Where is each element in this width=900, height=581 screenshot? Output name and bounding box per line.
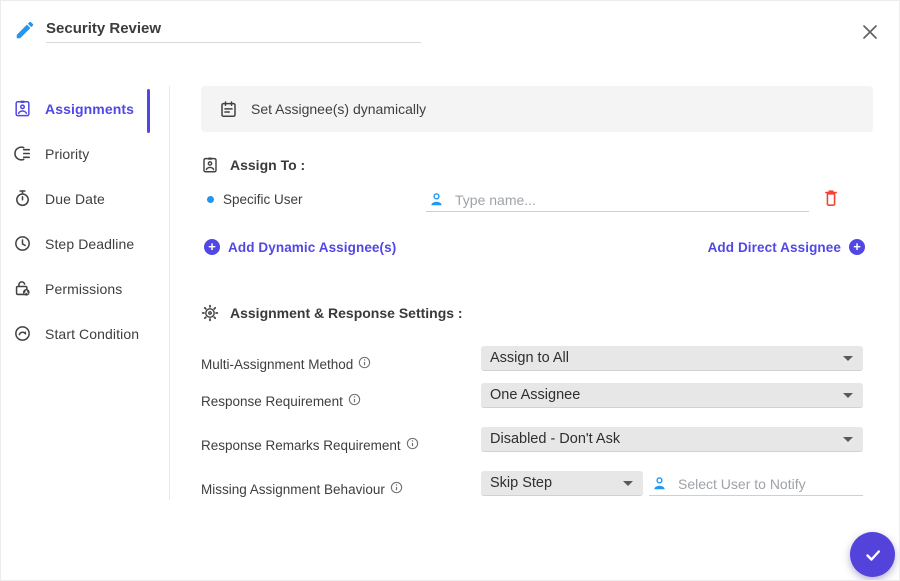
chevron-down-icon (843, 356, 853, 361)
add-direct-assignee-button[interactable]: Add Direct Assignee + (708, 239, 865, 255)
timer-icon (13, 189, 32, 208)
sidebar-item-step-deadline[interactable]: Step Deadline (13, 221, 153, 266)
assign-to-heading: Assign To : (201, 156, 305, 174)
info-icon[interactable] (348, 393, 361, 406)
multi-assignment-method-select[interactable]: Assign to All (481, 346, 863, 371)
gear-icon (201, 304, 219, 322)
chevron-down-icon (843, 437, 853, 442)
response-requirement-select[interactable]: One Assignee (481, 383, 863, 408)
settings-sidebar: Assignments Priority Due Date Step Deadl… (13, 86, 153, 356)
sidebar-item-label: Permissions (45, 281, 122, 297)
sidebar-item-due-date[interactable]: Due Date (13, 176, 153, 221)
sidebar-item-label: Priority (45, 146, 89, 162)
assign-to-label: Assign To : (230, 157, 305, 173)
missing-assignment-behaviour-select[interactable]: Skip Step (481, 471, 643, 496)
notify-user-field (649, 471, 863, 496)
assignments-icon (13, 99, 32, 118)
add-direct-label: Add Direct Assignee (708, 240, 841, 255)
info-icon[interactable] (406, 437, 419, 450)
sidebar-item-label: Start Condition (45, 326, 139, 342)
confirm-button[interactable] (850, 532, 895, 577)
assignee-name-field (426, 187, 809, 212)
info-icon[interactable] (390, 481, 403, 494)
response-remarks-requirement-select[interactable]: Disabled - Don't Ask (481, 427, 863, 452)
sidebar-item-permissions[interactable]: Permissions (13, 266, 153, 311)
start-condition-icon (13, 324, 32, 343)
dynamic-assignee-banner[interactable]: Set Assignee(s) dynamically (201, 86, 873, 132)
assign-to-icon (201, 156, 219, 174)
assignee-type-row: Specific User (207, 192, 303, 207)
sidebar-item-priority[interactable]: Priority (13, 131, 153, 176)
settings-heading-label: Assignment & Response Settings : (230, 305, 463, 321)
event-note-icon (219, 100, 238, 119)
plus-circle-icon: + (849, 239, 865, 255)
sidebar-item-assignments[interactable]: Assignments (13, 86, 153, 131)
add-dynamic-assignee-button[interactable]: + Add Dynamic Assignee(s) (204, 239, 396, 255)
step-settings-dialog: Assignments Priority Due Date Step Deadl… (0, 0, 900, 581)
settings-heading: Assignment & Response Settings : (201, 304, 463, 322)
chevron-down-icon (843, 393, 853, 398)
info-icon[interactable] (358, 356, 371, 369)
delete-assignee-icon[interactable] (821, 188, 841, 208)
person-icon (428, 191, 445, 208)
missing-assignment-behaviour-label: Missing Assignment Behaviour (201, 482, 403, 497)
response-requirement-label: Response Requirement (201, 394, 361, 409)
plus-circle-icon: + (204, 239, 220, 255)
sidebar-item-label: Due Date (45, 191, 105, 207)
assignee-name-input[interactable] (445, 192, 809, 211)
bullet-icon (207, 196, 214, 203)
response-remarks-requirement-label: Response Remarks Requirement (201, 438, 419, 453)
sidebar-divider (169, 86, 170, 500)
person-icon (651, 475, 668, 492)
notify-user-input[interactable] (668, 476, 863, 495)
lock-person-icon (13, 279, 32, 298)
active-tab-indicator (147, 89, 150, 133)
banner-label: Set Assignee(s) dynamically (251, 101, 426, 117)
chevron-down-icon (623, 481, 633, 486)
step-title-input[interactable] (46, 14, 421, 43)
sidebar-item-label: Step Deadline (45, 236, 134, 252)
close-icon[interactable] (858, 20, 882, 44)
priority-icon (13, 144, 32, 163)
sidebar-item-start-condition[interactable]: Start Condition (13, 311, 153, 356)
edit-pencil-icon[interactable] (14, 19, 36, 41)
sidebar-item-label: Assignments (45, 101, 134, 117)
assignee-type-label: Specific User (223, 192, 303, 207)
clock-icon (13, 234, 32, 253)
add-dynamic-label: Add Dynamic Assignee(s) (228, 240, 396, 255)
multi-assignment-method-label: Multi-Assignment Method (201, 357, 371, 372)
